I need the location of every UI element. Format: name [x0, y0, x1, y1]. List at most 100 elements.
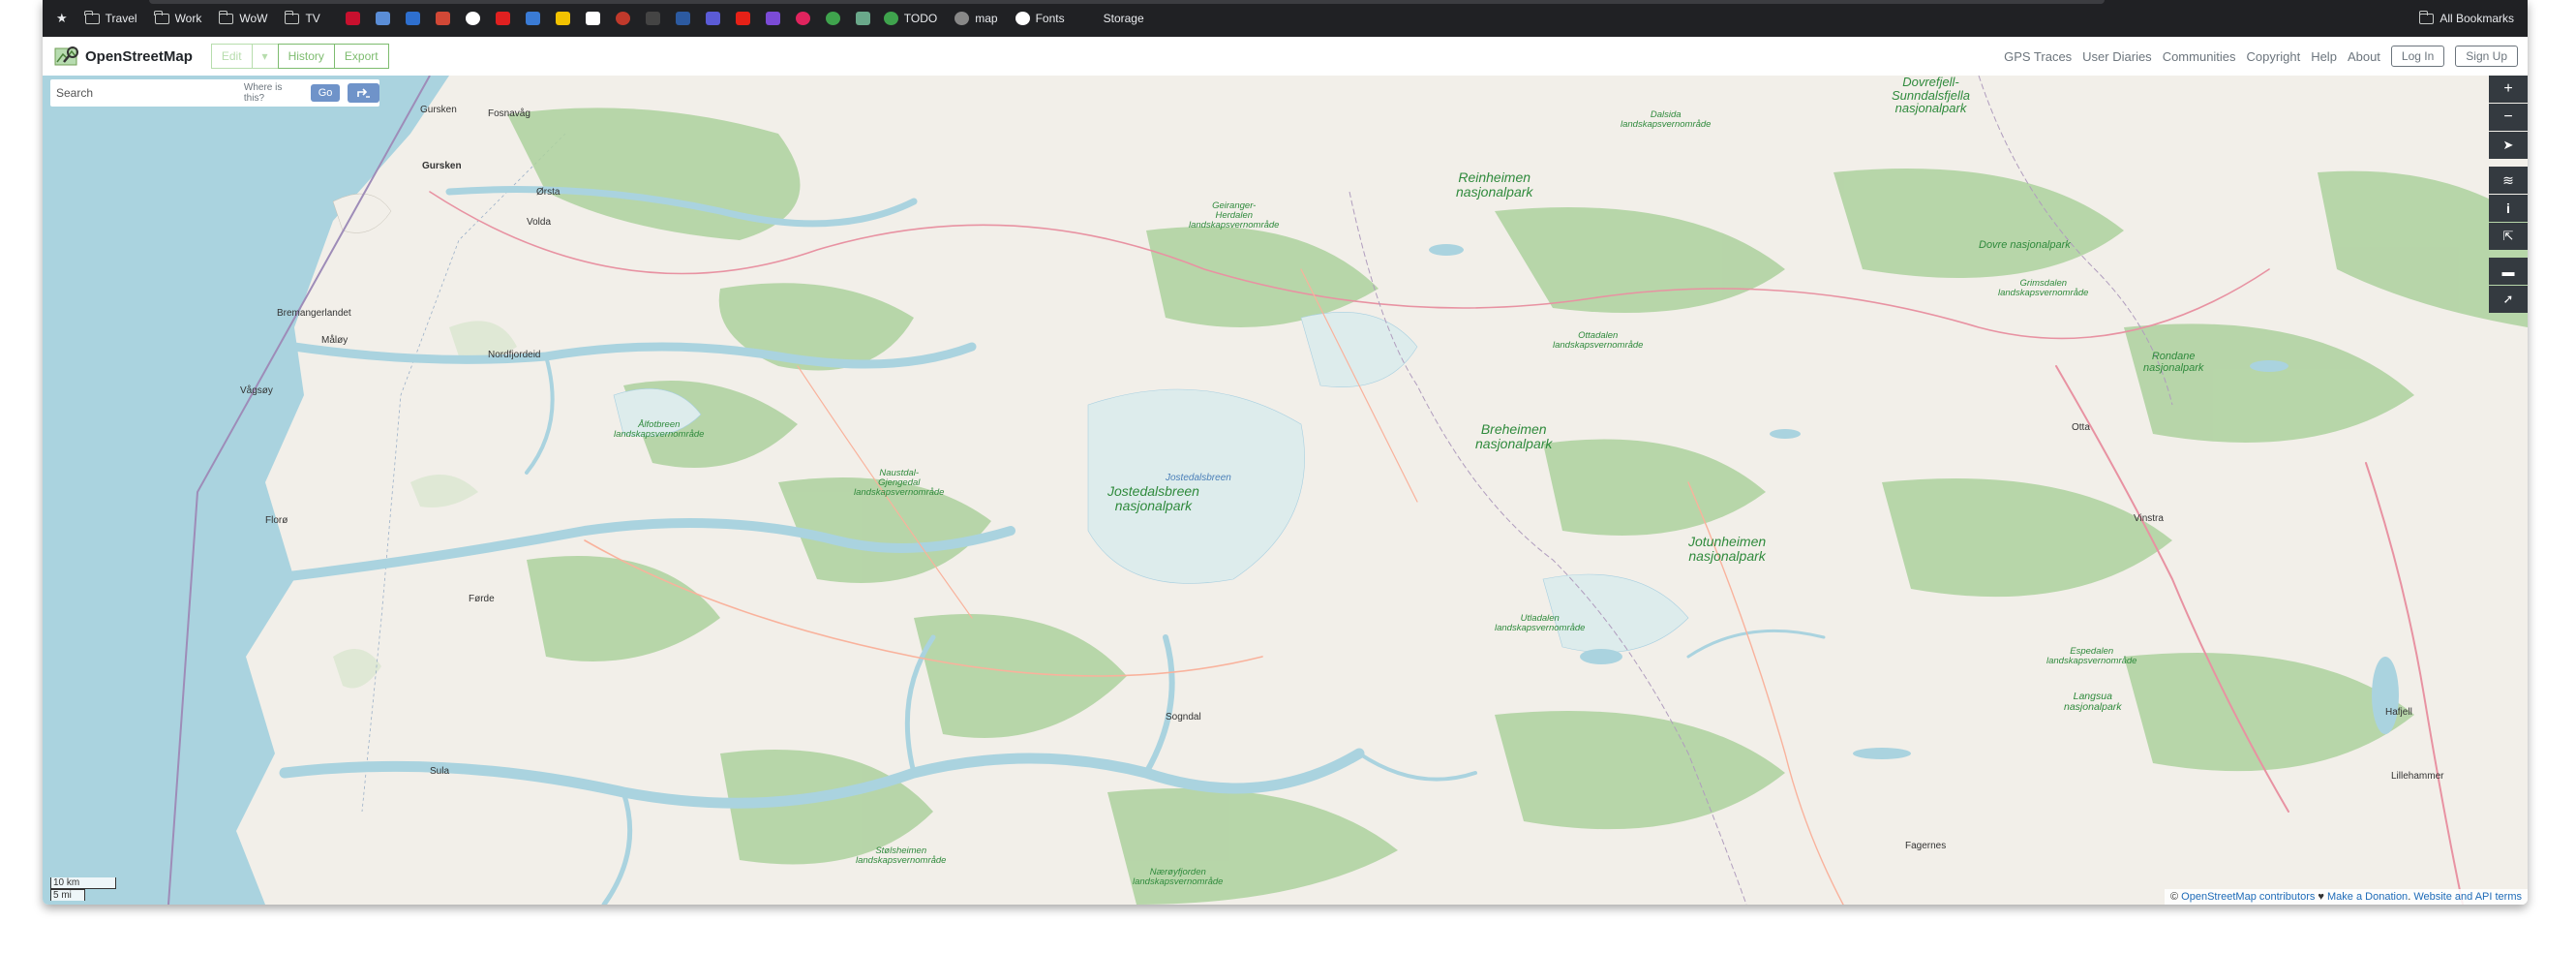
place-nordfjordeid: Nordfjordeid: [488, 350, 541, 360]
history-button[interactable]: History: [277, 44, 335, 69]
bookmark-favicon-7[interactable]: [525, 12, 540, 25]
info-icon[interactable]: i: [2489, 195, 2528, 222]
signup-button[interactable]: Sign Up: [2455, 46, 2518, 67]
nav-communities[interactable]: Communities: [2163, 49, 2236, 64]
bookmark-label: map: [975, 12, 998, 25]
park-reinheimen: Reinheimen nasjonalpark: [1456, 169, 1533, 200]
nav-copyright[interactable]: Copyright: [2247, 49, 2301, 64]
bookmark-favicon-3[interactable]: [405, 12, 420, 25]
place-volda: Volda: [527, 217, 552, 228]
bookmark-favicon-6[interactable]: [495, 12, 510, 25]
place-maloy: Måløy: [321, 335, 349, 346]
folder-icon: [2418, 10, 2435, 24]
note-icon[interactable]: ▬: [2489, 258, 2528, 285]
bookmark-favicon-15[interactable]: [765, 12, 780, 25]
nav-help[interactable]: Help: [2311, 49, 2337, 64]
place-vinstra: Vinstra: [2134, 513, 2164, 524]
scale-mi: 5 mi: [50, 889, 85, 901]
place-bremangerlandet: Vågsøy: [240, 385, 273, 396]
place-vagsoy: Bremangerlandet: [277, 308, 351, 319]
attribution-osm-link[interactable]: OpenStreetMap contributors: [2181, 891, 2315, 903]
attribution-terms-link[interactable]: Website and API terms: [2413, 891, 2522, 903]
bookmark-favicon-12[interactable]: [675, 12, 690, 25]
folder-icon: [218, 10, 234, 24]
place-fagernes: Fagernes: [1905, 841, 1947, 851]
bookmarks-bar: ★ Travel Work WoW TV TODO map Fonts Stor…: [43, 0, 2528, 37]
bookmark-folder-travel[interactable]: Travel: [84, 0, 137, 37]
park-stolsheimen: Stølsheimen landskapsvernområde: [856, 845, 947, 866]
locate-icon[interactable]: ➤: [2489, 132, 2528, 159]
bookmark-star-icon[interactable]: ★: [56, 0, 68, 37]
place-otta: Otta: [2072, 422, 2090, 433]
tab-strip-edge: [149, 0, 2105, 4]
scale-km: 10 km: [50, 877, 116, 889]
park-alfotbreen: Ålfotbreen landskapsvernområde: [614, 419, 705, 440]
all-bookmarks-label: All Bookmarks: [2440, 12, 2514, 25]
park-grimsdalen: Grimsdalen landskapsvernområde: [1998, 278, 2089, 298]
map-tiles: [43, 76, 2528, 905]
place-floro: Florø: [265, 515, 288, 526]
bookmark-folder-wow[interactable]: WoW: [218, 0, 267, 37]
zoom-out-icon[interactable]: −: [2489, 104, 2528, 131]
osm-logo-link[interactable]: OpenStreetMap: [54, 46, 193, 67]
place-fosnavag: Gursken: [420, 105, 457, 115]
bookmark-label: TODO: [903, 12, 938, 25]
edit-button[interactable]: Edit: [210, 44, 253, 69]
park-dovre: Dovre nasjonalpark: [1979, 239, 2071, 251]
nav-about[interactable]: About: [2348, 49, 2380, 64]
bookmark-favicon-10[interactable]: [615, 12, 630, 25]
map-icon: [955, 12, 970, 25]
bookmark-favicon-gmail[interactable]: [435, 12, 450, 25]
bookmark-favicon-1[interactable]: [345, 12, 360, 25]
todo-icon: [883, 12, 898, 25]
osm-header: OpenStreetMap Edit ▾ History Export GPS …: [43, 37, 2528, 77]
layers-icon[interactable]: ≋: [2489, 167, 2528, 194]
bookmark-folder-tv[interactable]: TV: [284, 0, 320, 37]
edit-history-export-group: Edit ▾ History Export: [210, 44, 389, 69]
nav-gps-traces[interactable]: GPS Traces: [2004, 49, 2072, 64]
bookmark-favicon-code[interactable]: [645, 12, 660, 25]
bookmark-map[interactable]: map: [955, 0, 998, 37]
place-lillehammer: Lillehammer: [2391, 771, 2444, 782]
edit-dropdown-toggle[interactable]: ▾: [251, 44, 279, 69]
place-gursken: Gursken: [422, 161, 462, 171]
park-jotunheimen: Jotunheimen nasjonalpark: [1688, 534, 1767, 564]
glacier-jostedalsbreen: Jostedalsbreen: [1166, 473, 1231, 483]
park-langsua: Langsua nasjonalpark: [2064, 691, 2122, 714]
search-input[interactable]: [54, 82, 244, 104]
directions-icon[interactable]: [348, 83, 379, 103]
github-icon: [1015, 12, 1030, 25]
bookmark-favicon-18[interactable]: [855, 12, 870, 25]
bookmark-fonts[interactable]: Fonts: [1015, 0, 1065, 37]
zoom-in-icon[interactable]: +: [2489, 76, 2528, 103]
bookmark-favicon-2[interactable]: [375, 12, 390, 25]
park-naeroyfjorden: Nærøyfjorden landskapsvernområde: [1133, 867, 1224, 887]
all-bookmarks-folder[interactable]: All Bookmarks: [2418, 0, 2514, 37]
query-icon[interactable]: ➚: [2489, 286, 2528, 313]
login-button[interactable]: Log In: [2390, 46, 2445, 67]
bookmark-favicon-github[interactable]: [465, 12, 480, 25]
bookmark-favicon-8[interactable]: [555, 12, 570, 25]
bookmark-favicon-13[interactable]: [705, 12, 720, 25]
attribution-donate-link[interactable]: Make a Donation: [2327, 891, 2408, 903]
where-is-this-link[interactable]: Where is this?: [244, 82, 303, 104]
bookmark-favicon-16[interactable]: [795, 12, 810, 25]
bookmark-label: TV: [305, 12, 320, 25]
bookmark-todo[interactable]: TODO: [883, 0, 938, 37]
park-dalsida: Dalsida landskapsvernområde: [1621, 109, 1712, 130]
nav-user-diaries[interactable]: User Diaries: [2082, 49, 2152, 64]
map-canvas[interactable]: Gursken Fosnavåg Gursken Ørsta Volda Bre…: [43, 76, 2528, 905]
bookmark-favicon-17[interactable]: [825, 12, 840, 25]
export-button[interactable]: Export: [333, 44, 389, 69]
park-utladalen: Utladalen landskapsvernområde: [1495, 613, 1586, 633]
folder-icon: [154, 10, 169, 24]
map-scale: 10 km 5 mi: [50, 877, 116, 901]
bookmark-favicon-9[interactable]: [585, 12, 600, 25]
bookmark-storage[interactable]: Storage: [1104, 0, 1144, 37]
bookmark-label: Travel: [105, 12, 137, 25]
park-espedalen: Espedalen landskapsvernområde: [2046, 646, 2137, 666]
share-icon[interactable]: ⇱: [2489, 223, 2528, 250]
go-button[interactable]: Go: [310, 84, 341, 102]
bookmark-favicon-youtube[interactable]: [735, 12, 750, 25]
bookmark-folder-work[interactable]: Work: [154, 0, 201, 37]
